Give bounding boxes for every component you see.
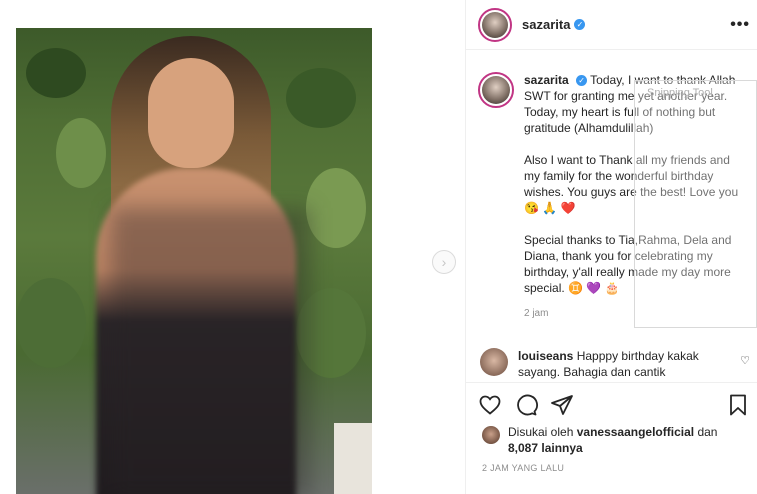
foliage [286, 68, 356, 128]
censor-blur [111, 208, 311, 494]
more-icon[interactable]: ••• [730, 16, 750, 34]
likes-middle: dan [697, 425, 718, 439]
person-face [148, 58, 234, 168]
comment-username[interactable]: louiseans [518, 349, 573, 363]
background-box [334, 423, 372, 494]
likes-count[interactable]: 8,087 lainnya [508, 441, 583, 455]
post-timestamp[interactable]: 2 JAM YANG LALU [482, 463, 564, 473]
snipping-tool-label: Snipping Tool [647, 87, 713, 99]
post-media-area: › [0, 0, 465, 494]
avatar[interactable] [482, 426, 500, 444]
foliage [306, 168, 366, 248]
foliage [56, 118, 106, 188]
header-username[interactable]: sazarita [522, 17, 570, 32]
verified-icon: ✓ [576, 75, 588, 87]
avatar[interactable] [478, 72, 514, 108]
comment-item: louiseans Happpy birthday kakak sayang. … [480, 348, 750, 380]
caption-username[interactable]: sazarita [524, 73, 569, 87]
snipping-tool-overlay: Snipping Tool [634, 80, 757, 328]
chevron-right-icon: › [441, 254, 447, 270]
bookmark-icon[interactable] [726, 393, 750, 417]
foliage [16, 278, 86, 368]
heart-icon[interactable] [478, 393, 502, 417]
verified-icon: ✓ [574, 19, 586, 30]
comment-icon[interactable] [514, 393, 538, 417]
comment-like-icon[interactable]: ♡ [740, 354, 750, 367]
divider [466, 382, 757, 383]
likes-user[interactable]: vanessaangelofficial [577, 425, 694, 439]
post-header: sazarita ✓ ••• [466, 0, 757, 50]
avatar[interactable] [480, 348, 508, 376]
share-icon[interactable] [550, 393, 574, 417]
foliage [26, 48, 86, 98]
next-photo-button[interactable]: › [432, 250, 456, 274]
post-photo[interactable] [16, 28, 372, 494]
action-bar [478, 393, 754, 419]
likes-prefix: Disukai oleh [508, 425, 574, 439]
likes-summary: Disukai oleh vanessaangelofficial dan 8,… [482, 424, 752, 456]
avatar[interactable] [478, 7, 512, 42]
